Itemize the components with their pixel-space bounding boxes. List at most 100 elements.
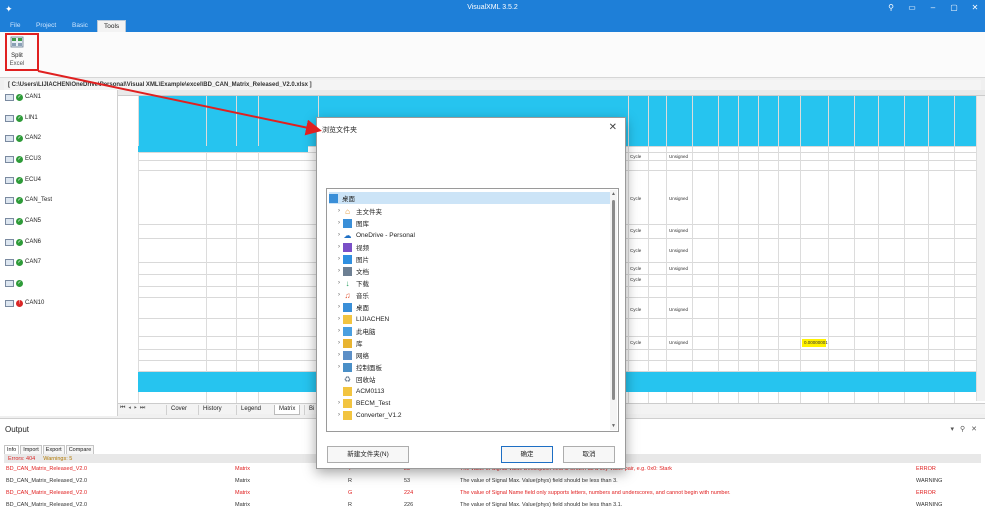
ok-status-icon: ✓ bbox=[16, 279, 23, 287]
cell[interactable]: Cycle bbox=[630, 340, 641, 345]
folder-item-user[interactable]: › LIJIACHEN bbox=[335, 313, 389, 325]
sheet-tab-matrix[interactable]: Matrix bbox=[274, 405, 301, 415]
menu-basic[interactable]: Basic bbox=[66, 20, 94, 32]
tree-item-label: ECU3 bbox=[25, 156, 42, 162]
folder-item-onedrive[interactable]: › ☁ OneDrive - Personal bbox=[335, 229, 415, 241]
cell[interactable]: Unsigned bbox=[669, 266, 688, 271]
menu-project[interactable]: Project bbox=[30, 20, 62, 32]
tree-item-can5[interactable]: ✓ CAN5 bbox=[5, 216, 41, 226]
chevron-right-icon[interactable]: › bbox=[335, 316, 343, 322]
folder-item-network[interactable]: › 网络 bbox=[335, 349, 369, 361]
dropdown-icon[interactable]: ▾ bbox=[950, 425, 954, 433]
menu-file[interactable]: File bbox=[4, 20, 26, 32]
folder-item-desktop-root[interactable]: 桌面 bbox=[329, 192, 611, 204]
chevron-right-icon[interactable]: › bbox=[335, 292, 343, 298]
chevron-right-icon[interactable]: › bbox=[335, 232, 343, 238]
close-icon[interactable]: ✕ bbox=[971, 425, 977, 433]
chevron-right-icon[interactable]: › bbox=[335, 256, 343, 262]
folder-item-gallery[interactable]: › 图库 bbox=[335, 217, 369, 229]
vertical-scrollbar[interactable] bbox=[976, 96, 985, 401]
row-level: ERROR bbox=[916, 490, 936, 496]
cell[interactable]: Cycle bbox=[630, 196, 641, 201]
folder-tree[interactable]: 桌面 › ⌂ 主文件夹 › 图库 › ☁ OneDrive - Personal › 视频 … bbox=[326, 188, 619, 432]
tree-item-can7[interactable]: ✓ CAN7 bbox=[5, 257, 41, 267]
tree-item-ecu3[interactable]: ✓ ECU3 bbox=[5, 154, 41, 164]
error-count[interactable]: Errors: 404 bbox=[8, 456, 35, 462]
folder-item-videos[interactable]: › 视频 bbox=[335, 241, 369, 253]
dialog-close-button[interactable]: ✕ bbox=[609, 122, 617, 133]
folder-item-libraries[interactable]: › 库 bbox=[335, 337, 363, 349]
cell[interactable]: Unsigned bbox=[669, 340, 688, 345]
chevron-right-icon[interactable]: › bbox=[335, 412, 343, 418]
pin-icon[interactable]: ⚲ bbox=[960, 425, 965, 433]
chevron-right-icon[interactable]: › bbox=[335, 208, 343, 214]
cell[interactable]: Cycle bbox=[630, 228, 641, 233]
chevron-right-icon[interactable]: › bbox=[335, 244, 343, 250]
sheet-nav-arrows[interactable]: ⏮◂▸⏭ bbox=[120, 405, 148, 412]
folder-tree-scrollbar[interactable]: ▲ ▼ bbox=[610, 190, 617, 430]
chevron-right-icon[interactable]: › bbox=[335, 400, 343, 406]
folder-item-documents[interactable]: › 文档 bbox=[335, 265, 369, 277]
minimize-button[interactable]: – bbox=[927, 3, 939, 12]
folder-item-music[interactable]: › ♫ 音乐 bbox=[335, 289, 369, 301]
folder-item-control-panel[interactable]: › 控制面板 bbox=[335, 361, 382, 373]
folder-item-home[interactable]: › ⌂ 主文件夹 bbox=[335, 205, 382, 217]
folder-item-recycle-bin[interactable]: ♻ 回收站 bbox=[343, 373, 376, 385]
chevron-right-icon[interactable]: › bbox=[335, 364, 343, 370]
sheet-tab-history[interactable]: History bbox=[198, 405, 226, 415]
cell[interactable]: Unsigned bbox=[669, 228, 688, 233]
tree-item-can1[interactable]: ✓ CAN1 bbox=[5, 92, 41, 102]
scrollbar-thumb[interactable] bbox=[612, 200, 615, 400]
chevron-right-icon[interactable]: › bbox=[335, 280, 343, 286]
chevron-right-icon[interactable]: › bbox=[335, 268, 343, 274]
chevron-right-icon[interactable]: › bbox=[335, 352, 343, 358]
chevron-right-icon[interactable]: › bbox=[335, 304, 343, 310]
sheet-tab-legend[interactable]: Legend bbox=[236, 405, 265, 415]
display-icon[interactable]: ▭ bbox=[906, 3, 918, 12]
cell[interactable]: Cycle bbox=[630, 154, 641, 159]
ok-button[interactable]: 确定 bbox=[501, 446, 553, 463]
sheet-tab-cover[interactable]: Cover bbox=[166, 405, 191, 415]
cell[interactable]: Cycle bbox=[630, 307, 641, 312]
pin-icon[interactable]: ⚲ bbox=[885, 3, 897, 12]
cell[interactable]: Cycle bbox=[630, 248, 641, 253]
folder-item-acm0113[interactable]: ACM0113 bbox=[343, 385, 384, 397]
cell[interactable]: Unsigned bbox=[669, 196, 688, 201]
tree-item-unnamed[interactable]: ✓ bbox=[5, 278, 25, 288]
output-row[interactable]: BD_CAN_Matrix_Released_V2.0 Matrix R 226… bbox=[4, 501, 981, 511]
folder-item-converter[interactable]: › Converter_V1.2 bbox=[335, 409, 402, 421]
cell[interactable]: Cycle bbox=[630, 277, 641, 282]
folder-item-downloads[interactable]: › ↓ 下载 bbox=[335, 277, 369, 289]
tree-item-can-test[interactable]: ✓ CAN_Test bbox=[5, 195, 52, 205]
folder-item-desktop[interactable]: › 桌面 bbox=[335, 301, 369, 313]
cell[interactable]: Cycle bbox=[630, 266, 641, 271]
scroll-up-icon[interactable]: ▲ bbox=[611, 191, 616, 197]
row-sheet: Matrix bbox=[235, 490, 250, 496]
chevron-right-icon[interactable]: › bbox=[335, 220, 343, 226]
cell[interactable]: Unsigned bbox=[669, 307, 688, 312]
new-folder-button[interactable]: 新建文件夹(N) bbox=[327, 446, 409, 463]
chevron-right-icon[interactable]: › bbox=[335, 340, 343, 346]
cell[interactable]: Unsigned bbox=[669, 154, 688, 159]
menu-tools[interactable]: Tools bbox=[97, 20, 127, 32]
output-row[interactable]: BD_CAN_Matrix_Released_V2.0 Matrix R 53 … bbox=[4, 477, 981, 487]
tree-item-ecu4[interactable]: ✓ ECU4 bbox=[5, 175, 41, 185]
chevron-right-icon[interactable]: › bbox=[335, 328, 343, 334]
cancel-button[interactable]: 取消 bbox=[563, 446, 615, 463]
output-row[interactable]: BD_CAN_Matrix_Released_V2.0 Matrix G 224… bbox=[4, 489, 981, 499]
tree-item-can2[interactable]: ✓ CAN2 bbox=[5, 133, 41, 143]
folder-item-this-pc[interactable]: › 此电脑 bbox=[335, 325, 376, 337]
cell[interactable]: Unsigned bbox=[669, 248, 688, 253]
selected-row[interactable] bbox=[138, 146, 308, 152]
warning-count[interactable]: Warnings: 5 bbox=[43, 456, 72, 462]
close-button[interactable]: ✕ bbox=[969, 3, 981, 12]
tree-item-can6[interactable]: ✓ CAN6 bbox=[5, 237, 41, 247]
scroll-down-icon[interactable]: ▼ bbox=[611, 423, 616, 429]
maximize-button[interactable]: ▢ bbox=[948, 3, 960, 12]
tree-item-can10[interactable]: ! CAN10 bbox=[5, 298, 44, 308]
folder-item-pictures[interactable]: › 图片 bbox=[335, 253, 369, 265]
folder-label: 主文件夹 bbox=[356, 209, 382, 216]
folder-item-becm-test[interactable]: › BECM_Test bbox=[335, 397, 390, 409]
tree-item-lin1[interactable]: ✓ LIN1 bbox=[5, 113, 38, 123]
folder-label: Converter_V1.2 bbox=[356, 411, 402, 419]
